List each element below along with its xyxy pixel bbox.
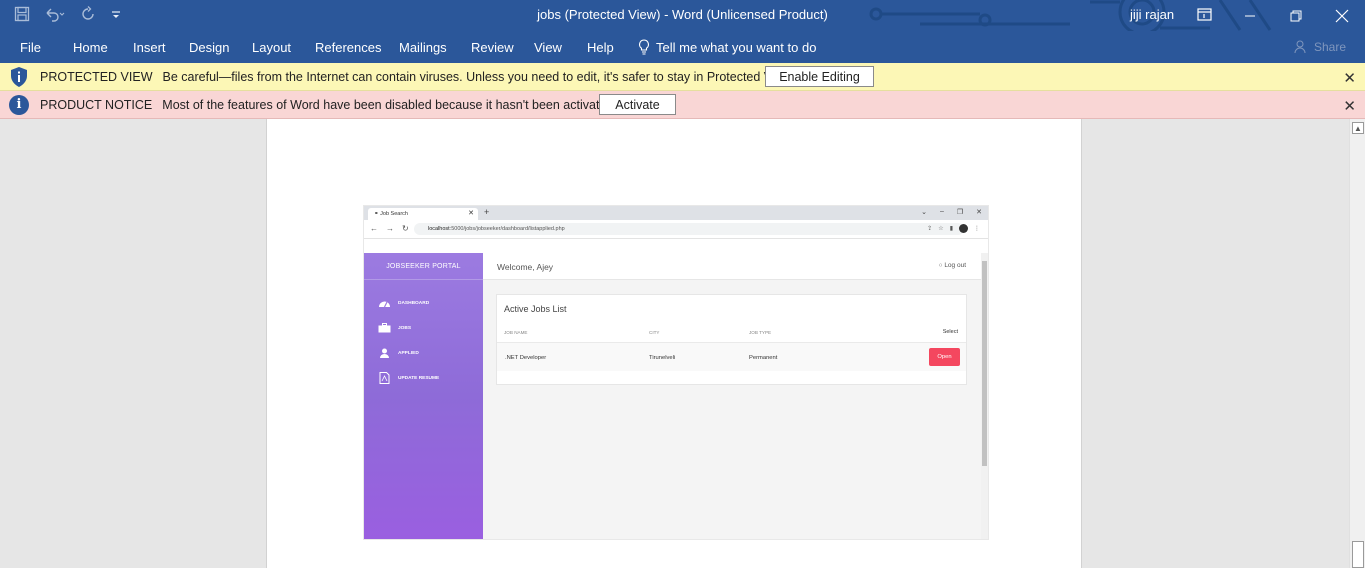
open-job-button: Open	[929, 348, 960, 366]
product-notice-title: PRODUCT NOTICE	[40, 97, 153, 112]
active-jobs-card: Active Jobs List JOB NAME CITY JOB TYPE …	[496, 294, 967, 385]
profile-avatar-icon	[959, 224, 968, 233]
browser-tab: ⚭ Job Search ✕	[368, 208, 478, 220]
dashboard-gauge-icon	[378, 298, 391, 308]
cell-job-name: .NET Developer	[505, 355, 547, 361]
cell-city: Tirunelveli	[649, 355, 676, 361]
close-product-bar-icon[interactable]: ✕	[1343, 97, 1356, 115]
lightbulb-icon	[639, 39, 649, 55]
cell-job-type: Permanent	[749, 355, 778, 361]
nav-item-applied: APPLIED	[378, 348, 419, 358]
browser-nav: ← → ↻	[370, 224, 409, 233]
restore-icon	[1290, 10, 1302, 21]
back-icon: ←	[370, 224, 378, 233]
restore-button[interactable]	[1273, 0, 1319, 31]
nav-item-dashboard: DASHBOARD	[378, 298, 429, 308]
share-label: Share	[1314, 40, 1347, 54]
browser-close-icon: ✕	[976, 209, 982, 216]
new-tab-icon: +	[484, 207, 490, 217]
nav-label-update-resume: UPDATE RESUME	[398, 375, 440, 381]
tab-design[interactable]: Design	[189, 40, 229, 55]
app-brand: JOBSEEKER PORTAL	[364, 253, 483, 280]
tab-file[interactable]: File	[20, 40, 41, 55]
browser-tab-title: Job Search	[380, 211, 408, 217]
pdf-file-icon	[378, 372, 391, 384]
protected-view-message: Be careful—files from the Internet can c…	[162, 69, 794, 84]
app-scroll-thumb	[982, 261, 987, 466]
nav-label-jobs: JOBS	[398, 325, 412, 331]
close-icon	[1335, 9, 1349, 22]
share-page-icon: ⇪	[927, 226, 933, 232]
card-title: Active Jobs List	[504, 304, 567, 314]
browser-window-controls: ⌄ – ❐ ✕	[921, 208, 982, 216]
protected-view-bar: PROTECTED VIEW Be careful—files from the…	[0, 63, 1365, 91]
ribbon-display-options-icon[interactable]	[1196, 6, 1214, 24]
info-icon: i	[9, 94, 29, 115]
nav-label-applied: APPLIED	[398, 350, 419, 356]
enable-editing-button[interactable]: Enable Editing	[765, 66, 874, 87]
window-controls	[1227, 0, 1365, 31]
tell-me-search[interactable]: Tell me what you want to do	[638, 39, 816, 55]
shield-icon	[11, 66, 27, 87]
tab-view[interactable]: View	[534, 40, 562, 55]
tab-home[interactable]: Home	[73, 40, 108, 55]
person-icon	[1294, 40, 1306, 54]
product-notice-message: Most of the features of Word have been d…	[162, 97, 617, 112]
column-header-job-type: JOB TYPE	[749, 330, 772, 335]
browser-tab-bar: ⚭ Job Search ✕ + ⌄ – ❐ ✕	[364, 206, 988, 220]
user-name[interactable]: jiji rajan	[1130, 7, 1174, 22]
briefcase-icon	[378, 323, 391, 333]
minimize-button[interactable]	[1227, 0, 1273, 31]
logout-link: ○ Log out	[939, 262, 966, 269]
browser-url: localhost:5000/jobs/jobseeker/dashboard/…	[414, 223, 964, 235]
column-header-city: CITY	[649, 330, 660, 335]
protected-view-title: PROTECTED VIEW	[40, 69, 153, 84]
jobseeker-app: JOBSEEKER PORTAL DASHBOARD JOBS APPLIED	[364, 253, 988, 539]
tab-insert[interactable]: Insert	[133, 40, 166, 55]
vertical-scrollbar[interactable]: ▲	[1349, 119, 1365, 568]
reload-icon: ↻	[402, 224, 409, 233]
nav-label-dashboard: DASHBOARD	[398, 300, 430, 306]
forward-icon: →	[386, 224, 394, 233]
tab-references[interactable]: References	[315, 40, 381, 55]
browser-extensions: ⇪ ☆ ▮ ⋮	[927, 224, 980, 233]
scroll-thumb[interactable]	[1352, 541, 1364, 568]
user-icon	[378, 348, 391, 358]
tab-help[interactable]: Help	[587, 40, 614, 55]
browser-restore-icon: ❐	[956, 209, 964, 216]
tab-layout[interactable]: Layout	[252, 40, 291, 55]
close-window-button[interactable]	[1319, 0, 1365, 31]
bookmark-star-icon: ☆	[938, 226, 944, 232]
title-bar: jobs (Protected View) - Word (Unlicensed…	[0, 0, 1365, 31]
logout-label: Log out	[944, 262, 966, 269]
app-sidebar: JOBSEEKER PORTAL DASHBOARD JOBS APPLIED	[364, 253, 483, 539]
app-scrollbar	[981, 253, 988, 539]
url-host: localhost	[428, 226, 450, 232]
product-notice-bar: i PRODUCT NOTICE Most of the features of…	[0, 91, 1365, 119]
minimize-icon	[1245, 15, 1255, 16]
sidebar-icon: ▮	[949, 226, 953, 232]
column-header-select: Select	[942, 329, 958, 335]
nav-item-jobs: JOBS	[378, 323, 411, 333]
close-protected-bar-icon[interactable]: ✕	[1343, 69, 1356, 87]
browser-minimize-icon: –	[939, 208, 944, 215]
table-row: .NET Developer Tirunelveli Permanent Ope…	[497, 342, 966, 371]
column-header-job-name: JOB NAME	[504, 330, 528, 335]
tab-mailings[interactable]: Mailings	[399, 40, 447, 55]
ribbon-tabs: File Home Insert Design Layout Reference…	[0, 31, 1365, 63]
app-topbar: Welcome, Ajey ○ Log out	[483, 253, 988, 280]
tell-me-text: Tell me what you want to do	[656, 39, 817, 55]
embedded-screenshot: ⚭ Job Search ✕ + ⌄ – ❐ ✕ ← → ↻ localhost…	[364, 206, 988, 539]
activate-button[interactable]: Activate	[599, 94, 676, 115]
share-button[interactable]: Share	[1294, 40, 1346, 54]
browser-chevron-icon: ⌄	[921, 209, 927, 216]
tab-close-icon: ✕	[468, 210, 474, 217]
scroll-up-icon[interactable]: ▲	[1352, 122, 1364, 134]
kebab-menu-icon: ⋮	[974, 226, 980, 232]
url-path: :5000/jobs/jobseeker/dashboard/listappli…	[449, 226, 565, 232]
nav-item-update-resume: UPDATE RESUME	[378, 372, 440, 384]
browser-address-bar: ← → ↻ localhost:5000/jobs/jobseeker/dash…	[364, 220, 988, 239]
tab-review[interactable]: Review	[471, 40, 514, 55]
welcome-text: Welcome, Ajey	[497, 262, 554, 272]
